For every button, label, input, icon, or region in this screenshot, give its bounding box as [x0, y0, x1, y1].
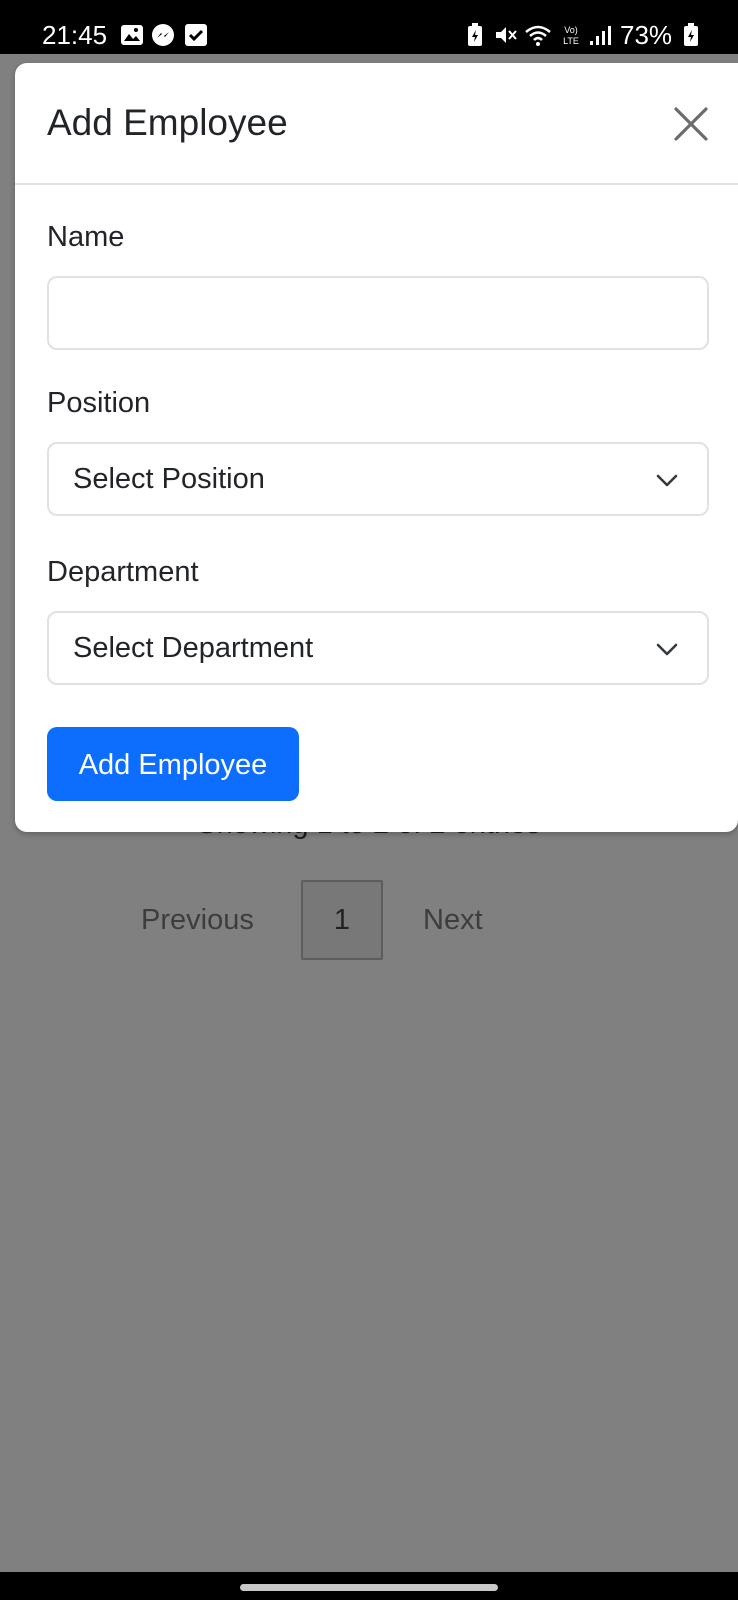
position-label: Position	[47, 387, 151, 419]
close-button[interactable]	[668, 101, 714, 147]
battery-icon	[684, 23, 698, 46]
svg-text:LTE: LTE	[563, 36, 579, 46]
navigation-bar	[0, 1572, 738, 1600]
signal-icon	[590, 26, 611, 45]
gallery-icon	[121, 25, 143, 45]
mute-icon	[496, 27, 517, 43]
department-select-value: Select Department	[73, 632, 314, 664]
pagination-previous[interactable]: Previous	[141, 902, 254, 938]
volte-icon: Vo) LTE	[563, 25, 579, 46]
department-select[interactable]: Select Department	[47, 611, 709, 685]
chevron-down-icon	[656, 643, 678, 656]
status-bar: 21:45 Vo) LTE 73%	[0, 0, 738, 54]
svg-text:Vo): Vo)	[564, 25, 578, 35]
position-select[interactable]: Select Position	[47, 442, 709, 516]
add-employee-button[interactable]: Add Employee	[47, 727, 299, 801]
position-select-value: Select Position	[73, 463, 265, 495]
department-label: Department	[47, 556, 199, 588]
modal-header: Add Employee	[15, 63, 738, 185]
chevron-down-icon	[656, 474, 678, 487]
status-time: 21:45	[42, 20, 108, 50]
close-icon	[674, 107, 708, 141]
name-label: Name	[47, 221, 125, 253]
check-box-icon	[185, 24, 207, 46]
pagination-next[interactable]: Next	[423, 902, 483, 938]
home-indicator[interactable]	[240, 1584, 498, 1591]
messenger-icon	[152, 24, 174, 46]
add-employee-modal: Add Employee Name Position Select Positi…	[15, 63, 738, 832]
wifi-icon	[525, 25, 551, 46]
battery-saver-icon	[468, 23, 482, 46]
modal-title: Add Employee	[47, 102, 288, 143]
battery-percent: 73%	[620, 20, 673, 50]
pagination: Previous 1 Next	[0, 880, 738, 962]
pagination-page-1[interactable]: 1	[301, 880, 383, 960]
name-input[interactable]	[47, 276, 709, 350]
